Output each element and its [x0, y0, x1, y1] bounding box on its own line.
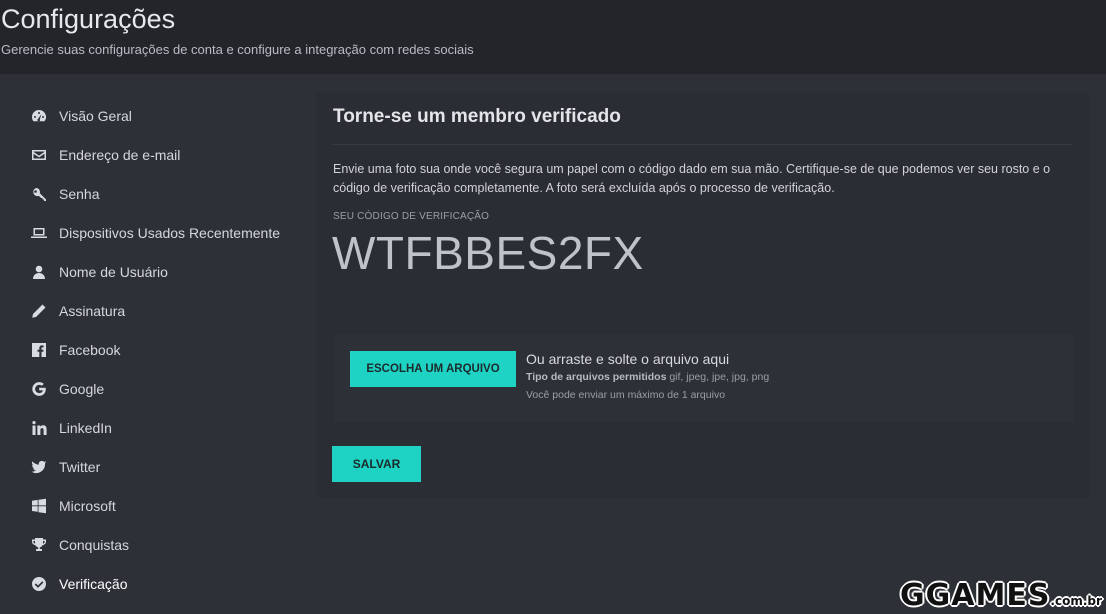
sidebar-item-facebook[interactable]: Facebook	[30, 330, 300, 369]
drop-instructions: Ou arraste e solte o arquivo aqui	[526, 351, 730, 367]
facebook-icon	[30, 341, 48, 359]
sidebar-item-email[interactable]: Endereço de e-mail	[30, 135, 300, 174]
sidebar-item-label: Nome de Usuário	[59, 263, 168, 280]
sidebar-item-label: Facebook	[59, 341, 121, 358]
sidebar-item-verification[interactable]: Verificação	[30, 564, 300, 603]
sidebar-item-signature[interactable]: Assinatura	[30, 291, 300, 330]
user-icon	[30, 263, 48, 281]
linkedin-icon	[30, 419, 48, 437]
card-description: Envie uma foto sua onde você segura um p…	[333, 162, 1051, 195]
dashboard-icon	[30, 107, 48, 125]
key-icon	[30, 185, 48, 203]
sidebar-item-label: Verificação	[59, 575, 128, 592]
check-circle-icon	[30, 575, 48, 593]
verification-code-label: SEU CÓDIGO DE VERIFICAÇÃO	[333, 211, 490, 222]
trophy-icon	[30, 536, 48, 554]
sidebar-item-overview[interactable]: Visão Geral	[30, 96, 300, 135]
settings-panel: Visão Geral Endereço de e-mail Senha Dis…	[0, 74, 1106, 614]
sidebar-item-microsoft[interactable]: Microsoft	[30, 486, 300, 525]
page-title: Configurações	[1, 4, 176, 34]
allowed-types-value: gif, jpeg, jpe, jpg, png	[669, 371, 770, 383]
card-title: Torne-se um membro verificado	[333, 106, 621, 127]
laptop-icon	[30, 224, 48, 242]
settings-sidebar: Visão Geral Endereço de e-mail Senha Dis…	[30, 96, 300, 603]
sidebar-item-twitter[interactable]: Twitter	[30, 447, 300, 486]
file-drop-zone[interactable]: ESCOLHA UM ARQUIVO Ou arraste e solte o …	[334, 334, 1074, 422]
sidebar-item-linkedin[interactable]: LinkedIn	[30, 408, 300, 447]
max-files-note: Você pode enviar um máximo de 1 arquivo	[526, 389, 726, 401]
sidebar-item-label: Conquistas	[59, 536, 130, 553]
allowed-types-label: Tipo de arquivos permitidos	[526, 371, 667, 383]
watermark-suffix: .com.br	[1050, 594, 1102, 608]
verification-code: WTFBBES2FX	[332, 227, 644, 279]
twitter-icon	[30, 458, 48, 476]
sidebar-item-label: Endereço de e-mail	[59, 146, 181, 163]
save-button[interactable]: SALVAR	[332, 446, 421, 482]
sidebar-item-password[interactable]: Senha	[30, 174, 300, 213]
watermark-main: GGAMES	[900, 578, 1051, 613]
page-subtitle: Gerencie suas configurações de conta e c…	[1, 42, 474, 57]
sidebar-item-label: Google	[59, 380, 105, 397]
choose-file-button[interactable]: ESCOLHA UM ARQUIVO	[350, 351, 516, 387]
sidebar-item-label: LinkedIn	[59, 419, 112, 436]
watermark-logo: GGAMES.com.br	[900, 578, 1102, 613]
envelope-icon	[30, 146, 48, 164]
google-icon	[30, 380, 48, 398]
allowed-file-types: Tipo de arquivos permitidos gif, jpeg, j…	[526, 371, 769, 383]
verification-card: Torne-se um membro verificado Envie uma …	[316, 92, 1090, 498]
sidebar-item-label: Microsoft	[59, 497, 116, 514]
sidebar-item-label: Visão Geral	[59, 107, 132, 124]
sidebar-item-google[interactable]: Google	[30, 369, 300, 408]
divider	[333, 144, 1073, 145]
windows-icon	[30, 497, 48, 515]
sidebar-item-username[interactable]: Nome de Usuário	[30, 252, 300, 291]
sidebar-item-label: Assinatura	[59, 302, 126, 319]
page-header: Configurações Gerencie suas configuraçõe…	[0, 0, 1106, 74]
sidebar-item-label: Dispositivos Usados Recentemente	[59, 224, 280, 241]
sidebar-item-devices[interactable]: Dispositivos Usados Recentemente	[30, 213, 300, 252]
sidebar-item-label: Senha	[59, 185, 100, 202]
sidebar-item-achievements[interactable]: Conquistas	[30, 525, 300, 564]
sidebar-item-label: Twitter	[59, 458, 101, 475]
pencil-icon	[30, 302, 48, 320]
